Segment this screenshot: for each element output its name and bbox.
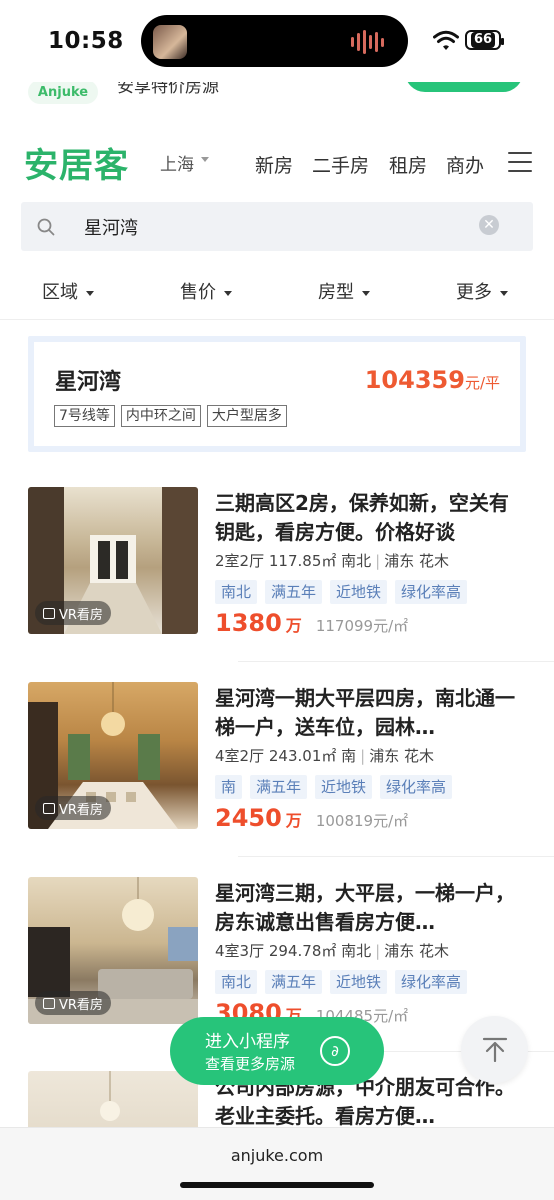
promo-open-button[interactable] bbox=[405, 82, 523, 92]
filter-label: 更多 bbox=[456, 282, 492, 303]
search-input[interactable] bbox=[84, 216, 444, 237]
vr-cube-icon bbox=[43, 997, 55, 1009]
listing-tag: 满五年 bbox=[265, 970, 323, 994]
listing-meta: 4室2厅 243.01㎡ 南 | 浦东 花木 bbox=[215, 747, 435, 765]
listing-tag: 绿化率高 bbox=[395, 580, 468, 604]
caret-down-icon bbox=[86, 290, 94, 296]
listing-photo[interactable] bbox=[28, 1071, 198, 1127]
listing-price: 1380 万 117099元/㎡ bbox=[215, 609, 409, 637]
battery-level: 66 bbox=[470, 32, 496, 48]
filter-label: 房型 bbox=[318, 282, 354, 303]
listing-tag: 南 bbox=[215, 775, 243, 799]
mini-program-button[interactable]: 进入小程序 查看更多房源 ∂ bbox=[170, 1017, 384, 1085]
community-tags: 7号线等 内中环之间 大户型居多 bbox=[54, 405, 287, 427]
listing-tag: 满五年 bbox=[265, 580, 323, 604]
listing-tag: 近地铁 bbox=[315, 775, 373, 799]
now-playing-artwork bbox=[153, 25, 187, 59]
divider bbox=[238, 856, 554, 857]
caret-down-icon bbox=[362, 290, 370, 296]
filter-bar: 区域 售价 房型 更多 bbox=[0, 270, 554, 320]
listing-tag: 南北 bbox=[215, 970, 258, 994]
nav-commercial[interactable]: 商办 bbox=[446, 151, 484, 178]
listing-meta: 4室3厅 294.78㎡ 南北 | 浦东 花木 bbox=[215, 942, 450, 960]
listing-tags: 南北 满五年 近地铁 绿化率高 bbox=[215, 580, 468, 604]
filter-price[interactable]: 售价 bbox=[180, 278, 232, 304]
listing-meta: 2室2厅 117.85㎡ 南北 | 浦东 花木 bbox=[215, 552, 450, 570]
vr-cube-icon bbox=[43, 607, 55, 619]
vr-cube-icon bbox=[43, 802, 55, 814]
listing-unit-price: 100819元/㎡ bbox=[315, 812, 409, 830]
listing-tag: 绿化率高 bbox=[380, 775, 453, 799]
listing-photo[interactable]: VR看房 bbox=[28, 682, 198, 829]
anjuke-logo[interactable]: 安居客 bbox=[24, 138, 129, 187]
nav-second-hand[interactable]: 二手房 bbox=[312, 151, 369, 178]
status-bar: 10:58 66 bbox=[0, 0, 554, 82]
listing-title: 星河湾三期，大平层，一梯一户，房东诚意出售看房方便… bbox=[215, 881, 515, 934]
filter-more[interactable]: 更多 bbox=[456, 278, 508, 304]
listing-title: 星河湾一期大平层四房，南北通一梯一户，送车位，园林… bbox=[215, 686, 515, 739]
nav-new-homes[interactable]: 新房 bbox=[255, 151, 293, 178]
hamburger-menu-icon[interactable] bbox=[508, 152, 532, 172]
anjuke-badge: Anjuke bbox=[28, 82, 98, 104]
listing-tag: 满五年 bbox=[250, 775, 308, 799]
filter-district[interactable]: 区域 bbox=[42, 278, 94, 304]
listing-photo[interactable]: VR看房 bbox=[28, 487, 198, 634]
mini-program-icon: ∂ bbox=[320, 1036, 350, 1066]
search-icon bbox=[37, 218, 55, 236]
chevron-down-icon bbox=[201, 157, 209, 162]
status-time: 10:58 bbox=[48, 28, 124, 54]
city-selector[interactable]: 上海 bbox=[160, 150, 194, 175]
arrow-up-icon bbox=[482, 1037, 508, 1062]
listing-title: 三期高区2房，保养如新，空关有钥匙，看房方便。价格好谈 bbox=[215, 491, 509, 544]
nav-rent[interactable]: 租房 bbox=[389, 151, 427, 178]
browser-address-bar[interactable]: anjuke.com bbox=[0, 1127, 554, 1200]
caret-down-icon bbox=[500, 290, 508, 296]
listing-tag: 绿化率高 bbox=[395, 970, 468, 994]
community-name: 星河湾 bbox=[55, 370, 122, 395]
listing-tag: 近地铁 bbox=[330, 580, 388, 604]
back-to-top-button[interactable] bbox=[461, 1016, 528, 1083]
wifi-icon bbox=[433, 30, 459, 50]
audio-wave-icon bbox=[351, 29, 384, 55]
filter-label: 售价 bbox=[180, 282, 216, 303]
mini-program-title: 进入小程序 bbox=[205, 1032, 290, 1052]
listing-tags: 南北 满五年 近地铁 绿化率高 bbox=[215, 970, 468, 994]
listing-card[interactable]: VR看房 三期高区2房，保养如新，空关有钥匙，看房方便。价格好谈 2室2厅 11… bbox=[0, 487, 554, 681]
listing-card[interactable]: VR看房 星河湾一期大平层四房，南北通一梯一户，送车位，园林… 4室2厅 243… bbox=[0, 682, 554, 876]
battery-icon: 66 bbox=[465, 30, 504, 50]
listing-price: 2450 万 100819元/㎡ bbox=[215, 804, 409, 832]
listing-tag: 近地铁 bbox=[330, 970, 388, 994]
listing-tag: 南北 bbox=[215, 580, 258, 604]
dynamic-island[interactable] bbox=[141, 15, 408, 67]
mini-program-subtitle: 查看更多房源 bbox=[205, 1055, 296, 1073]
promo-text: 安享特价房源 bbox=[117, 82, 219, 97]
filter-label: 区域 bbox=[42, 282, 78, 303]
filter-layout[interactable]: 房型 bbox=[318, 278, 370, 304]
divider bbox=[238, 661, 554, 662]
vr-tour-badge[interactable]: VR看房 bbox=[35, 796, 111, 820]
community-tag: 大户型居多 bbox=[206, 405, 287, 427]
caret-down-icon bbox=[224, 290, 232, 296]
listing-tags: 南 满五年 近地铁 绿化率高 bbox=[215, 775, 453, 799]
community-tag: 内中环之间 bbox=[120, 405, 201, 427]
listing-photo[interactable]: VR看房 bbox=[28, 877, 198, 1024]
vr-tour-badge[interactable]: VR看房 bbox=[35, 601, 111, 625]
clear-search-icon[interactable]: ✕ bbox=[479, 215, 499, 235]
community-summary-card[interactable]: 星河湾 104359元/平 7号线等 内中环之间 大户型居多 bbox=[28, 336, 526, 452]
home-indicator[interactable] bbox=[180, 1182, 374, 1188]
community-avg-price: 104359元/平 bbox=[364, 366, 500, 394]
promo-banner[interactable]: Anjuke 安享特价房源 bbox=[0, 82, 554, 104]
url-text[interactable]: anjuke.com bbox=[0, 1146, 554, 1165]
search-bar[interactable]: ✕ bbox=[21, 202, 533, 251]
community-tag: 7号线等 bbox=[54, 405, 115, 427]
listing-unit-price: 117099元/㎡ bbox=[315, 617, 409, 635]
vr-tour-badge[interactable]: VR看房 bbox=[35, 991, 111, 1015]
